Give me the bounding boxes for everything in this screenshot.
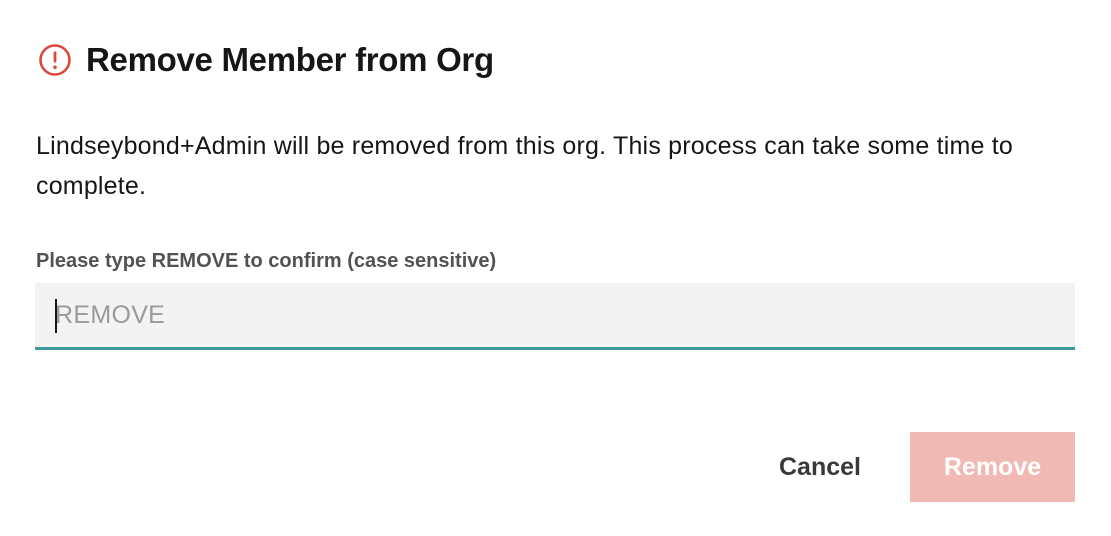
confirm-label: Please type REMOVE to confirm (case sens… [36, 250, 497, 272]
text-cursor [55, 299, 57, 333]
dialog-header: Remove Member from Org [38, 40, 494, 80]
dialog-message: Lindseybond+Admin will be removed from t… [36, 132, 1014, 200]
cancel-button[interactable]: Cancel [758, 432, 882, 502]
dialog-title: Remove Member from Org [86, 41, 494, 78]
remove-button[interactable]: Remove [910, 432, 1075, 502]
confirm-input[interactable] [35, 283, 1075, 347]
alert-circle-icon [38, 43, 72, 77]
confirm-input-wrapper [35, 283, 1075, 350]
remove-member-dialog: Remove Member from Org Lindseybond+Admin… [0, 0, 1111, 536]
